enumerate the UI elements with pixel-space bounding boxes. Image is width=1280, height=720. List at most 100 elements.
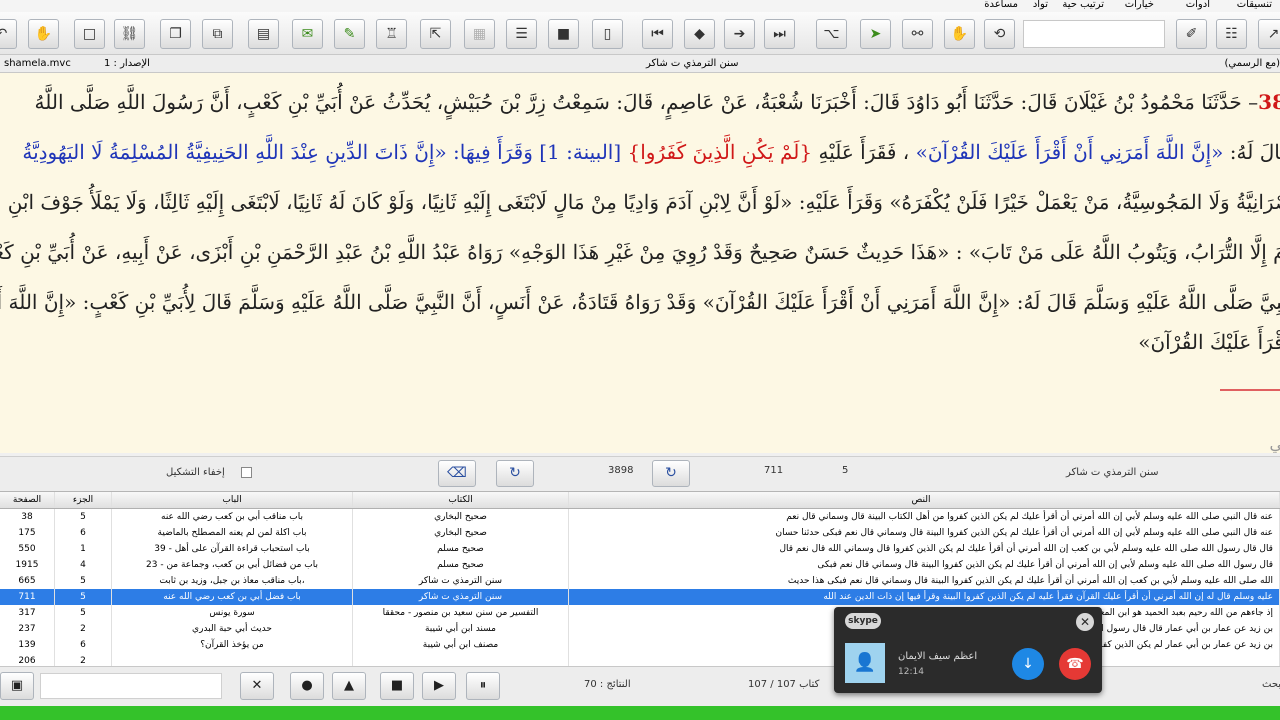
settings-doc-icon[interactable]: ☷ — [1216, 19, 1247, 49]
folder-icon[interactable]: ➤ — [860, 19, 891, 49]
table-row[interactable]: 1915 4 23 - باب من فضائل أبي بن كعب، وجماع… — [0, 557, 1280, 573]
cell-text: قال قال رسول الله صلى الله عليه وسلم لأب… — [569, 541, 1280, 557]
cell-page: 711 — [0, 589, 55, 605]
block-icon[interactable]: ■ — [548, 19, 579, 49]
header-part[interactable]: الجزء — [55, 492, 112, 508]
table-row[interactable]: 38 5 باب مناقب أبي بن كعب رضي الله عنه صحيح… — [0, 509, 1280, 525]
current-book-name: سنن الترمذي ت شاكر — [1066, 467, 1159, 478]
clear-icon[interactable]: ✕ — [240, 672, 274, 700]
text-line-1: 38– حَدَّثَنَا مَحْمُودُ بْنُ غَيْلَانَ … — [35, 87, 1280, 117]
hadith-text-pane[interactable]: 38– حَدَّثَنَا مَحْمُودُ بْنُ غَيْلَانَ … — [0, 73, 1280, 453]
document-icon[interactable]: ▤ — [248, 19, 279, 49]
text-line-3: النَّصْرَانِيَّةُ وَلَا المَجُوسِيَّةُ، … — [7, 190, 1280, 214]
cell-book: مسند ابن أبي شيبة — [353, 621, 569, 637]
open-book-icon[interactable]: ✋ — [28, 19, 59, 49]
play-icon[interactable]: ▶ — [422, 672, 456, 700]
pencil-icon[interactable]: ✎ — [334, 19, 365, 49]
header-text[interactable]: النص — [569, 492, 1280, 508]
list-icon[interactable]: ☰ — [506, 19, 537, 49]
header-page[interactable]: الصفحة — [0, 492, 55, 508]
binoculars-icon[interactable]: ⚯ — [902, 19, 933, 49]
progress-bar — [0, 706, 1280, 720]
page-edit-icon[interactable]: ✐ — [1176, 19, 1207, 49]
cell-chapter: باب اكلة لمن لم يعنه المصطلح بالماضية — [112, 525, 353, 541]
separator-line — [1220, 389, 1280, 391]
grid-icon[interactable]: ▦ — [464, 19, 495, 49]
table-row[interactable]: 550 1 39 - باب استحباب قراءة القرآن على أه… — [0, 541, 1280, 557]
prev-page-icon[interactable]: ◆ — [684, 19, 715, 49]
text-line-6: أَنْ أَقْرَأَ عَلَيْكَ القُرْآنَ» — [1138, 330, 1280, 354]
cell-part: 5 — [55, 589, 112, 605]
stop-icon[interactable]: ■ — [380, 672, 414, 700]
hand-icon[interactable]: ✋ — [944, 19, 975, 49]
menu-item[interactable]: تنسيقات — [1237, 0, 1272, 11]
table-header: الصفحة الجزء الباب الكتاب النص — [0, 492, 1280, 509]
cell-text: قال رسول الله صلى الله عليه وسلم لأبي إن… — [569, 557, 1280, 573]
decline-call-icon[interactable]: ☎ — [1059, 648, 1091, 680]
export-icon[interactable]: ⇱ — [420, 19, 451, 49]
part-value[interactable]: 5 — [842, 465, 848, 476]
answer-call-icon[interactable]: ↓ — [1012, 648, 1044, 680]
table-row[interactable]: 175 6 باب اكلة لمن لم يعنه المصطلح بالماضي… — [0, 525, 1280, 541]
eraser-icon[interactable]: ⌫ — [438, 460, 476, 487]
avatar-icon: 👤 — [845, 643, 885, 683]
text-line-7: بابٌ فِي — [1269, 434, 1280, 453]
refresh-icon-2[interactable]: ↻ — [652, 460, 690, 487]
cell-chapter: 39 - باب استحباب قراءة القرآن على أهل — [112, 541, 353, 557]
pause-icon[interactable]: ⏸ — [466, 672, 500, 700]
expand-icon[interactable]: ↗ — [1258, 19, 1280, 49]
menu-item[interactable]: أدوات — [1186, 0, 1210, 11]
back-icon[interactable]: ↶ — [0, 19, 17, 49]
cell-part: 2 — [55, 621, 112, 637]
format-icon[interactable]: ♖ — [376, 19, 407, 49]
cell-text: عنه قال النبي صلى الله عليه وسلم لأبي إن… — [569, 525, 1280, 541]
text-line-5: النَّبِيَّ صَلَّى اللَّهُ عَلَيْهِ وَسَل… — [0, 290, 1280, 314]
menu-item[interactable]: خيارات — [1125, 0, 1154, 11]
right-info: (مع الرسمي) — [1224, 58, 1280, 69]
menu-item[interactable]: تواد — [1033, 0, 1048, 11]
cell-chapter — [112, 653, 353, 666]
caller-name: اعظم سيف الايمان — [898, 651, 978, 662]
count-value: 3898 — [608, 465, 634, 476]
next-page-icon[interactable]: ➔ — [724, 19, 755, 49]
copy-icon[interactable]: ❐ — [160, 19, 191, 49]
call-notification: skype ✕ 👤 اعظم سيف الايمان 12:14 ↓ ☎ — [834, 607, 1102, 693]
cell-part: 5 — [55, 573, 112, 589]
filter-input[interactable] — [40, 673, 222, 699]
header-chapter[interactable]: الباب — [112, 492, 353, 508]
hide-tashkeel-checkbox[interactable] — [241, 467, 252, 478]
add-icon[interactable]: ● — [290, 672, 324, 700]
cell-book: سنن الترمذي ت شاكر — [353, 589, 569, 605]
envelope-icon[interactable]: ✉ — [292, 19, 323, 49]
cell-book — [353, 653, 569, 666]
hadith-number: 38 — [1258, 90, 1280, 114]
cell-page: 665 — [0, 573, 55, 589]
version-label: الإصدار : 1 — [104, 58, 150, 69]
menu-item[interactable]: ترتيب حية — [1062, 0, 1104, 11]
toolbar-search-input[interactable] — [1023, 20, 1165, 48]
tree-icon[interactable]: ⌥ — [816, 19, 847, 49]
new-page-icon[interactable]: □ — [74, 19, 105, 49]
search-replace-icon[interactable]: ⟲ — [984, 19, 1015, 49]
table-row[interactable]: 711 5 باب فضل أبي بن كعب رضي الله عنه سنن ا… — [0, 589, 1280, 605]
close-icon[interactable]: ✕ — [1076, 613, 1094, 631]
cell-part: 2 — [55, 653, 112, 666]
page-value[interactable]: 711 — [764, 465, 783, 476]
up-icon[interactable]: ▲ — [332, 672, 366, 700]
header-book[interactable]: الكتاب — [353, 492, 569, 508]
book-icon[interactable]: ▯ — [592, 19, 623, 49]
link-icon[interactable]: ⛓ — [114, 19, 145, 49]
cell-text: عنه قال النبي صلى الله عليه وسلم لأبي إن… — [569, 509, 1280, 525]
table-row[interactable]: 665 5 باب مناقب معاذ بن جبل، وزيد بن ثابت،… — [0, 573, 1280, 589]
cell-page: 237 — [0, 621, 55, 637]
first-page-icon[interactable]: ⏮ — [642, 19, 673, 49]
cell-page: 550 — [0, 541, 55, 557]
results-count: النتائج : 70 — [584, 679, 631, 690]
pages-icon[interactable]: ⧉ — [202, 19, 233, 49]
cell-text: عليه وسلم قال له إن الله أمرني أن أقرأ ع… — [569, 589, 1280, 605]
save-icon[interactable]: ▣ — [0, 672, 34, 700]
menu-item[interactable]: مساعدة — [984, 0, 1018, 11]
cell-page: 206 — [0, 653, 55, 666]
last-page-icon[interactable]: ⏭ — [764, 19, 795, 49]
refresh-icon[interactable]: ↻ — [496, 460, 534, 487]
